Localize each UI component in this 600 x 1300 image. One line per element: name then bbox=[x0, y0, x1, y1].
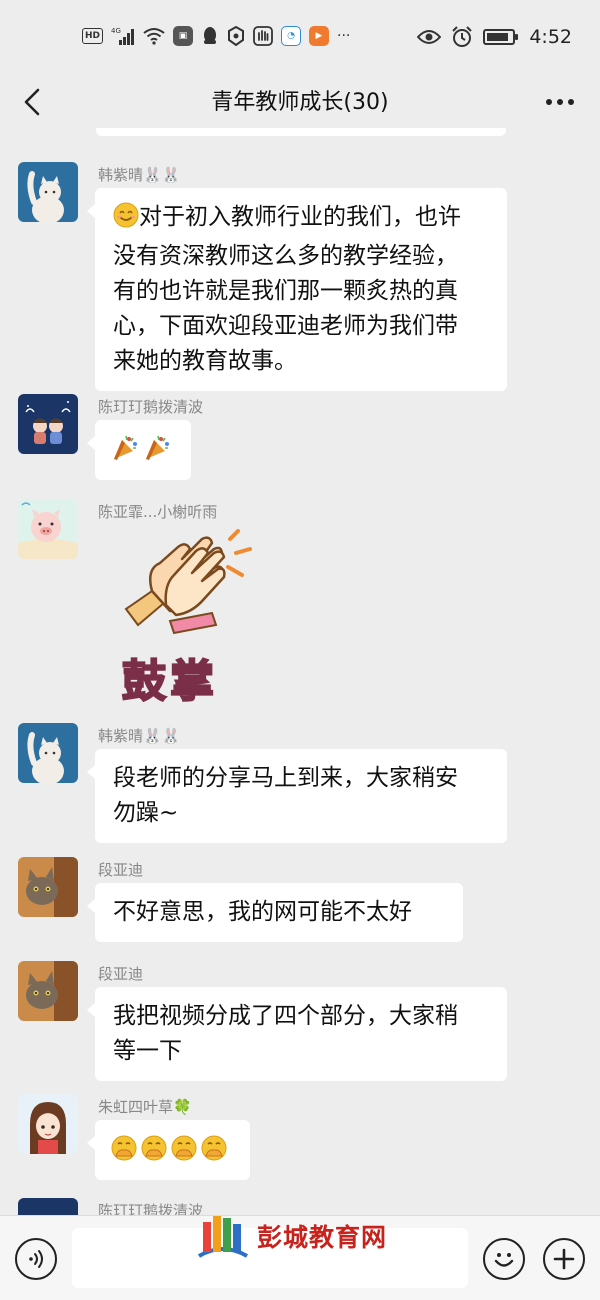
watermark: 彭城教育网 bbox=[195, 1208, 415, 1264]
network-label: 4G bbox=[111, 27, 121, 35]
clapping-sticker[interactable]: 鼓掌 bbox=[112, 529, 262, 709]
chat-title: 青年教师成长(30) bbox=[211, 90, 389, 115]
avatar[interactable] bbox=[18, 394, 78, 454]
message-bubble[interactable] bbox=[87, 420, 191, 480]
sender-name: 段亚迪 bbox=[98, 965, 144, 983]
hand-over-mouth-emoji-icon bbox=[110, 1134, 228, 1162]
voice-input-button[interactable] bbox=[15, 1238, 57, 1280]
message-bubble[interactable] bbox=[87, 1120, 250, 1180]
sender-name: 朱虹四叶草🍀 bbox=[98, 1098, 192, 1116]
message-list[interactable]: 韩紫晴🐰🐰 对于初入教师行业的我们，也许 没有资深教师这么多的教学经验， 有的也… bbox=[0, 128, 600, 1215]
message-text: 不好意思，我的网可能不太好 bbox=[113, 899, 412, 925]
emoji-button[interactable] bbox=[483, 1238, 525, 1280]
shield-app-icon bbox=[227, 26, 245, 46]
cat-photo-avatar-icon bbox=[18, 857, 78, 917]
smiley-face-icon bbox=[494, 1253, 514, 1267]
message-text: 对于初入教师行业的我们，也许 没有资深教师这么多的教学经验， 有的也许就是我们那… bbox=[113, 204, 461, 374]
sender-name: 陈玎玎鹅拨清波 bbox=[98, 398, 204, 416]
avatar[interactable] bbox=[18, 1198, 78, 1215]
video-app-icon: ▶ bbox=[309, 26, 330, 46]
status-time: 4:52 bbox=[529, 26, 572, 48]
status-left-icons: HD 4G ▣ ◔ ▶ ··· bbox=[82, 26, 350, 46]
cat-photo-avatar-icon bbox=[18, 961, 78, 1021]
more-actions-button[interactable] bbox=[543, 1238, 585, 1280]
chat-header: 青年教师成长(30) bbox=[0, 76, 600, 128]
avatar[interactable] bbox=[18, 857, 78, 917]
hand-app-icon bbox=[253, 26, 273, 46]
message-bubble[interactable]: 我把视频分成了四个部分，大家稍 等一下 bbox=[87, 987, 507, 1081]
party-popper-emoji-icon bbox=[111, 434, 171, 462]
avatar[interactable] bbox=[18, 723, 78, 783]
cat-waving-avatar-icon bbox=[18, 162, 78, 222]
status-right-icons: 4:52 bbox=[417, 26, 572, 48]
sender-name: 陈亚霏...小榭听雨 bbox=[98, 503, 218, 521]
alarm-icon bbox=[451, 26, 473, 47]
chat-app-icon: ◔ bbox=[281, 26, 302, 46]
qq-icon bbox=[201, 26, 219, 46]
previous-message-bubble bbox=[96, 128, 506, 136]
eye-icon bbox=[417, 27, 442, 47]
more-dots-icon bbox=[546, 99, 574, 105]
sender-name: 陈玎玎鹅拨清波 bbox=[98, 1202, 204, 1215]
sender-name: 韩紫晴🐰🐰 bbox=[98, 727, 181, 745]
sender-name: 韩紫晴🐰🐰 bbox=[98, 166, 181, 184]
pig-cartoon-avatar-icon bbox=[18, 499, 78, 559]
avatar[interactable] bbox=[18, 162, 78, 222]
cellular-signal-icon: 4G bbox=[111, 26, 135, 46]
wifi-icon bbox=[143, 26, 165, 46]
cat-waving-avatar-icon bbox=[18, 723, 78, 783]
battery-icon bbox=[483, 29, 519, 45]
avatar[interactable] bbox=[18, 1094, 78, 1154]
more-options-button[interactable] bbox=[540, 82, 580, 122]
sticker-caption: 鼓掌 bbox=[121, 655, 218, 708]
plus-icon bbox=[553, 1248, 575, 1270]
voice-wave-icon bbox=[29, 1250, 43, 1268]
avatar[interactable] bbox=[18, 499, 78, 559]
couple-avatar-icon bbox=[18, 1198, 78, 1215]
message-text: 段老师的分享马上到来，大家稍安 勿躁~ bbox=[113, 765, 458, 826]
more-notifications-icon: ··· bbox=[337, 28, 351, 44]
app-notification-icon: ▣ bbox=[173, 26, 194, 46]
message-bubble[interactable]: 对于初入教师行业的我们，也许 没有资深教师这么多的教学经验， 有的也许就是我们那… bbox=[87, 188, 507, 391]
message-text: 我把视频分成了四个部分，大家稍 等一下 bbox=[113, 1003, 458, 1064]
message-bubble[interactable]: 段老师的分享马上到来，大家稍安 勿躁~ bbox=[87, 749, 507, 843]
status-bar: HD 4G ▣ ◔ ▶ ··· 4:52 bbox=[0, 0, 600, 76]
watermark-text: 彭城教育网 bbox=[257, 1223, 388, 1252]
sender-name: 段亚迪 bbox=[98, 861, 144, 879]
battery-fill bbox=[487, 33, 508, 41]
anime-girl-avatar-icon bbox=[18, 1094, 78, 1154]
avatar[interactable] bbox=[18, 961, 78, 1021]
couple-avatar-icon bbox=[18, 394, 78, 454]
book-logo-icon bbox=[197, 1216, 249, 1258]
clapping-hands-icon bbox=[124, 529, 252, 635]
smile-emoji-icon bbox=[113, 202, 139, 239]
hd-icon: HD bbox=[82, 28, 104, 44]
message-bubble[interactable]: 不好意思，我的网可能不太好 bbox=[87, 883, 463, 942]
